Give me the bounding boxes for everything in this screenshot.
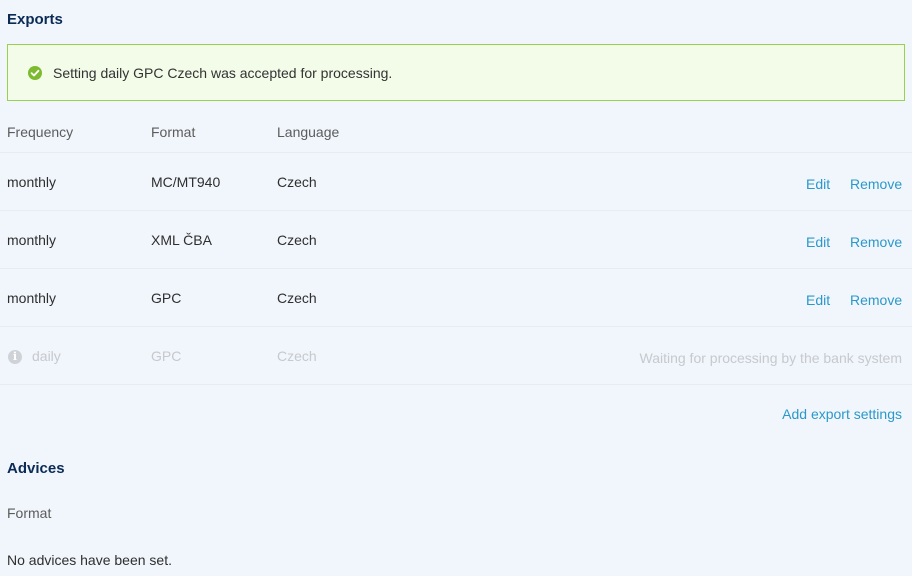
row-format: GPC bbox=[151, 290, 182, 306]
info-circle-icon: i bbox=[8, 350, 22, 364]
row-language: Czech bbox=[277, 174, 317, 190]
row-frequency: daily bbox=[32, 348, 61, 364]
row-language: Czech bbox=[277, 232, 317, 248]
pending-export-row: i daily GPC Czech Waiting for processing… bbox=[0, 326, 912, 384]
export-row: monthly MC/MT940 Czech Edit Remove bbox=[0, 152, 912, 210]
success-alert: Setting daily GPC Czech was accepted for… bbox=[7, 44, 905, 101]
row-frequency: monthly bbox=[7, 232, 57, 248]
row-format: XML ČBA bbox=[151, 232, 212, 248]
remove-link[interactable]: Remove bbox=[850, 176, 902, 192]
row-language: Czech bbox=[277, 290, 317, 306]
edit-link[interactable]: Edit bbox=[806, 176, 830, 192]
header-frequency: Frequency bbox=[7, 124, 74, 140]
advices-empty-message: No advices have been set. bbox=[7, 552, 172, 568]
row-format: GPC bbox=[151, 348, 182, 364]
add-export-settings-link[interactable]: Add export settings bbox=[782, 406, 902, 422]
edit-link[interactable]: Edit bbox=[806, 292, 830, 308]
advices-header-format: Format bbox=[7, 505, 52, 521]
alert-message: Setting daily GPC Czech was accepted for… bbox=[53, 65, 393, 81]
row-frequency: monthly bbox=[7, 174, 57, 190]
row-language: Czech bbox=[277, 348, 317, 364]
remove-link[interactable]: Remove bbox=[850, 234, 902, 250]
check-circle-icon bbox=[28, 66, 42, 80]
row-format: MC/MT940 bbox=[151, 174, 221, 190]
header-format: Format bbox=[151, 124, 196, 140]
exports-title: Exports bbox=[7, 11, 63, 28]
header-language: Language bbox=[277, 124, 340, 140]
pending-status: Waiting for processing by the bank syste… bbox=[639, 350, 903, 366]
export-row: monthly XML ČBA Czech Edit Remove bbox=[0, 210, 912, 268]
row-frequency: monthly bbox=[7, 290, 57, 306]
remove-link[interactable]: Remove bbox=[850, 292, 902, 308]
edit-link[interactable]: Edit bbox=[806, 234, 830, 250]
export-row: monthly GPC Czech Edit Remove bbox=[0, 268, 912, 326]
advices-title: Advices bbox=[7, 460, 65, 477]
divider bbox=[0, 384, 912, 386]
